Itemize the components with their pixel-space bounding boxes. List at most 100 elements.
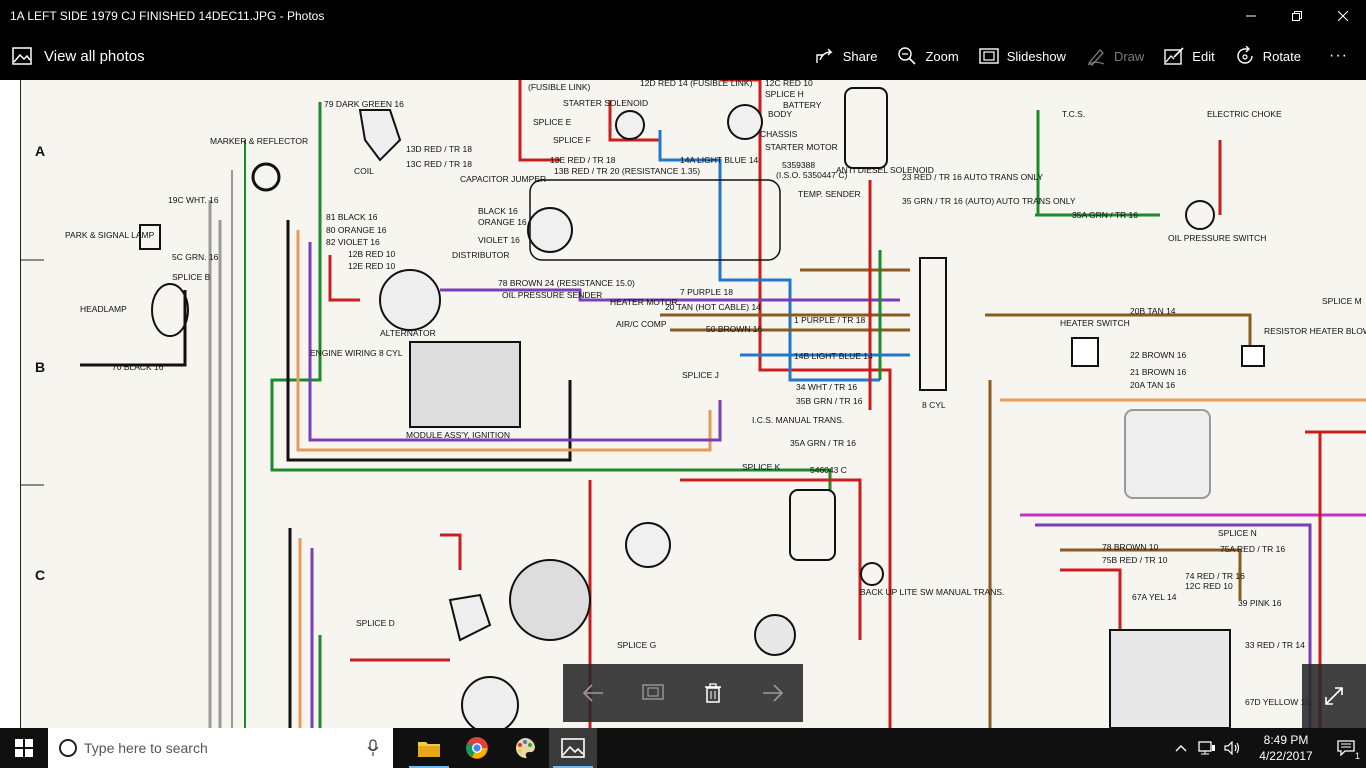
start-button[interactable]: [0, 728, 48, 768]
label-chassis: CHASSIS: [760, 129, 798, 139]
label-red-12b: 12B RED 10: [348, 249, 396, 259]
label-auto-trans-2: 35 GRN / TR 16 (AUTO) AUTO TRANS ONLY: [902, 196, 1076, 206]
restore-button[interactable]: [1274, 0, 1320, 32]
battery-c-symbol: [789, 489, 836, 561]
photo-viewer[interactable]: A B C MARKER & REFLECTOR COIL 13D RED / …: [0, 80, 1366, 728]
label-part-546043: 546043 C: [810, 465, 847, 475]
trash-icon: [705, 683, 721, 703]
view-all-photos-button[interactable]: View all photos: [0, 32, 805, 80]
ignition-module-symbol: [409, 341, 521, 428]
distributor-symbol: [527, 207, 573, 253]
label-park-signal: PARK & SIGNAL LAMP: [65, 230, 155, 240]
label-tcs: T.C.S.: [1062, 109, 1085, 119]
starter-solenoid-c-symbol: [625, 522, 671, 568]
label-air-comp: AIR/C COMP: [616, 319, 667, 329]
zoom-button[interactable]: Zoom: [887, 32, 968, 80]
label-auto-trans: 23 RED / TR 16 AUTO TRANS ONLY: [902, 172, 1043, 182]
network-icon: [1198, 741, 1215, 755]
notification-count: 1: [1354, 751, 1360, 761]
cortana-icon: [59, 739, 77, 757]
wiring-diagram: A B C MARKER & REFLECTOR COIL 13D RED / …: [19, 80, 1366, 728]
label-dark-green: 79 DARK GREEN 16: [324, 99, 404, 109]
label-black-81: 81 BLACK 16: [326, 212, 378, 222]
label-pink-39: 39 PINK 16: [1238, 598, 1282, 608]
label-tan-20a: 20A TAN 16: [1130, 380, 1175, 390]
share-label: Share: [842, 48, 878, 64]
label-brown-50: 50 BROWN 16: [706, 324, 762, 334]
taskbar-search-box[interactable]: Type here to search: [48, 728, 393, 768]
taskbar-clock[interactable]: 8:49 PM 4/22/2017: [1246, 732, 1326, 764]
share-button[interactable]: Share: [805, 32, 888, 80]
coil-symbol: [358, 109, 402, 162]
paint-palette-icon: [515, 737, 535, 759]
arrow-right-icon: [763, 684, 784, 702]
network-button[interactable]: [1194, 728, 1220, 768]
label-oil-sender: OIL PRESSURE SENDER: [502, 290, 602, 300]
draw-icon: [1087, 49, 1105, 66]
chrome-taskbar-button[interactable]: [453, 728, 501, 768]
clock-time: 8:49 PM: [1263, 733, 1309, 747]
fullscreen-button[interactable]: [1302, 664, 1366, 728]
starter-motor-c-symbol: [754, 614, 796, 656]
rotate-button[interactable]: Rotate: [1225, 32, 1311, 80]
edit-button[interactable]: Edit: [1154, 32, 1224, 80]
label-violet-82: 82 VIOLET 16: [326, 237, 380, 247]
previous-photo-button[interactable]: [571, 671, 615, 715]
draw-button[interactable]: Draw: [1076, 32, 1154, 80]
label-orange-16: ORANGE 16: [478, 217, 527, 227]
label-splice-j: SPLICE J: [682, 370, 719, 380]
photos-taskbar-button[interactable]: [549, 728, 597, 768]
starter-motor-symbol: [727, 104, 763, 140]
label-backup-lite: BACK UP LITE SW MANUAL TRANS.: [860, 587, 1004, 597]
restore-icon: [1292, 11, 1302, 21]
zoom-label: Zoom: [925, 48, 959, 64]
delete-photo-button[interactable]: [691, 671, 735, 715]
alternator-symbol: [379, 269, 441, 331]
window-title: 1A LEFT SIDE 1979 CJ FINISHED 14DEC11.JP…: [10, 9, 325, 23]
label-red-12c: 12C RED 10: [765, 80, 813, 88]
minimize-button[interactable]: [1228, 0, 1274, 32]
label-starter-motor: STARTER MOTOR: [765, 142, 838, 152]
minimize-icon: [1246, 15, 1256, 17]
label-electric-choke: ELECTRIC CHOKE: [1207, 109, 1282, 119]
battery-symbol: [844, 87, 888, 169]
label-splice-b: SPLICE B: [172, 272, 211, 282]
slideshow-label: Slideshow: [1006, 48, 1066, 64]
label-splice-n: SPLICE N: [1218, 528, 1257, 538]
chrome-icon: [466, 737, 488, 759]
label-splice-d: SPLICE D: [356, 618, 395, 628]
slideshow-mini-button[interactable]: [631, 671, 675, 715]
label-black-16: BLACK 16: [478, 206, 518, 216]
label-coil-wire-2: 13C RED / TR 18: [406, 159, 472, 169]
label-red-75b: 75B RED / TR 10: [1102, 555, 1168, 565]
label-yel-67a: 67A YEL 14: [1132, 592, 1177, 602]
search-placeholder: Type here to search: [84, 740, 208, 756]
arrow-left-icon: [582, 684, 603, 702]
file-explorer-taskbar-button[interactable]: [405, 728, 453, 768]
volume-button[interactable]: [1220, 728, 1246, 768]
microphone-icon: [367, 739, 379, 756]
label-tan-20: 20 TAN (HOT CABLE) 14: [665, 302, 761, 312]
label-purple-7: 7 PURPLE 18: [680, 287, 733, 297]
photos-app-icon: [561, 738, 585, 758]
next-photo-button[interactable]: [751, 671, 795, 715]
label-tan-20b: 20B TAN 14: [1130, 306, 1176, 316]
more-button[interactable]: ···: [1311, 32, 1366, 80]
close-button[interactable]: [1320, 0, 1366, 32]
action-center-button[interactable]: 1: [1326, 728, 1366, 768]
label-red-75a: 75A RED / TR 16: [1220, 544, 1285, 554]
slideshow-button[interactable]: Slideshow: [969, 32, 1076, 80]
label-oil-pressure-switch: OIL PRESSURE SWITCH: [1168, 233, 1266, 243]
label-grn-35a-2: 35A GRN / TR 16: [790, 438, 856, 448]
label-red-13e: 13E RED / TR 18: [550, 155, 616, 165]
label-marker-reflector: MARKER & REFLECTOR: [210, 136, 308, 146]
show-hidden-icons-button[interactable]: [1168, 728, 1194, 768]
paint-taskbar-button[interactable]: [501, 728, 549, 768]
fuse-panel-symbol: [1124, 409, 1211, 499]
label-wht-19c: 19C WHT. 16: [168, 195, 219, 205]
label-red-12c-2: 12C RED 10: [1185, 581, 1233, 591]
label-splice-e: SPLICE E: [533, 117, 572, 127]
label-ics: I.C.S. MANUAL TRANS.: [752, 415, 844, 425]
label-red-12e: 12E RED 10: [348, 261, 396, 271]
label-purple-1: 1 PURPLE / TR 18: [794, 315, 865, 325]
